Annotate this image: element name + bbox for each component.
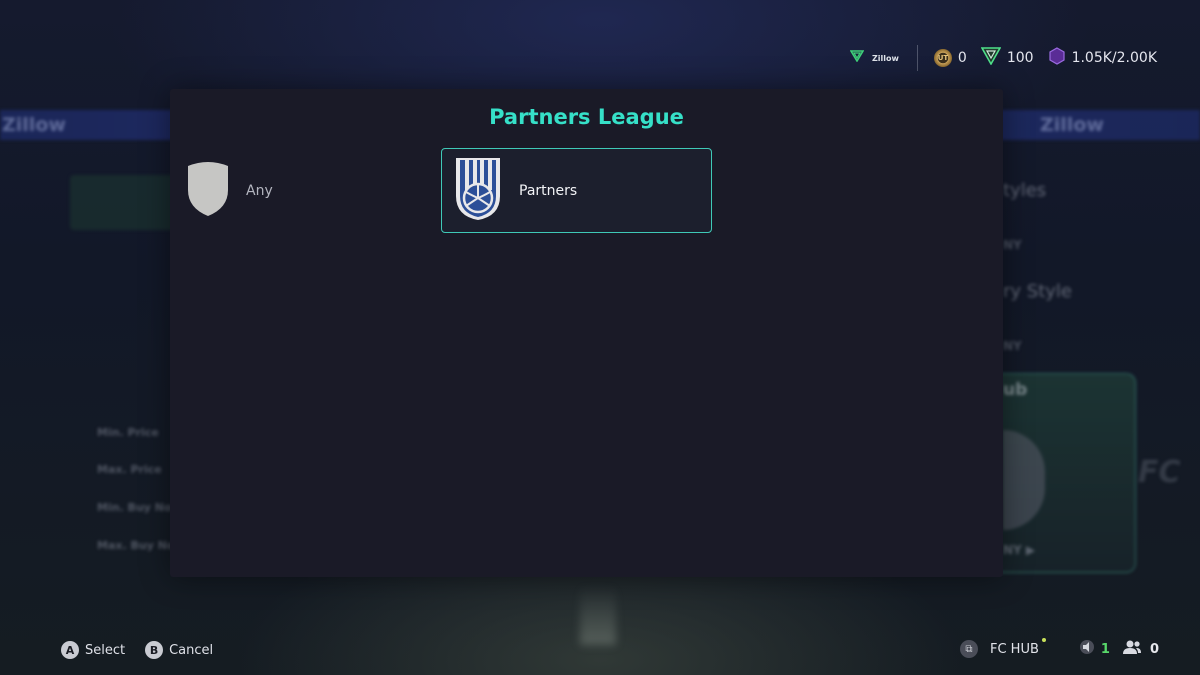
- option-any-label: Any: [246, 183, 273, 199]
- background-secondary-style-label: ry Style: [1003, 281, 1072, 302]
- friends-icon[interactable]: [1122, 639, 1142, 659]
- background-min-buy-now: Min. Buy Now: [97, 501, 182, 514]
- cancel-label: Cancel: [169, 642, 214, 658]
- points-value: 100: [1006, 50, 1034, 66]
- coins-balance: UT 0: [933, 49, 967, 67]
- fc-hub-label: FC HUB: [990, 641, 1039, 657]
- season-points: 1.05K/2.00K: [1048, 47, 1157, 69]
- background-club-value: NY ▶: [1003, 543, 1036, 557]
- screen: Zillow Zillow Min. Price Max. Price Min.…: [0, 0, 1200, 675]
- background-sponsor-right: Zillow: [1040, 114, 1104, 136]
- header-divider: [916, 45, 918, 71]
- background-sponsor-left: Zillow: [2, 114, 66, 136]
- option-any[interactable]: Any: [184, 162, 273, 220]
- sponsor-badge: Zillow: [849, 50, 911, 66]
- fc-triangle-icon: [849, 50, 865, 66]
- season-progress: 1.05K/2.00K: [1071, 50, 1157, 66]
- background-styles-label: tyles: [1003, 180, 1047, 201]
- background-club-title: ub: [1003, 380, 1028, 400]
- online-dot: [1041, 638, 1046, 642]
- coins-value: 0: [957, 50, 967, 66]
- sponsor-label: Zillow: [872, 53, 899, 63]
- background-min-price: Min. Price: [97, 426, 159, 439]
- fc-hub-icon: ⧉: [960, 640, 978, 658]
- league-picker-modal: Partners League Any Partners: [170, 89, 1003, 577]
- party-count: 0: [1149, 641, 1159, 657]
- currency-bar: Zillow UT 0 100 1.05K/2.00K: [849, 44, 1165, 72]
- b-button-icon: B: [145, 641, 164, 659]
- partners-crest-icon: [453, 156, 503, 226]
- points-icon: [980, 47, 1002, 69]
- friends-online-count: 1: [1100, 641, 1110, 657]
- coin-icon: UT: [933, 49, 952, 67]
- footer-status: ⧉ FC HUB 1 0: [960, 638, 1159, 660]
- background-styles-value: NY: [1003, 238, 1022, 252]
- footer-actions: A Select B Cancel: [61, 641, 225, 659]
- background-max-price: Max. Price: [97, 463, 162, 476]
- background-secondary-style-value: NY: [1003, 339, 1022, 353]
- option-partners[interactable]: Partners: [441, 148, 712, 233]
- points-balance: 100: [980, 47, 1034, 69]
- cancel-button[interactable]: B Cancel: [145, 641, 213, 659]
- modal-title: Partners League: [489, 105, 684, 129]
- shield-icon: [184, 160, 232, 222]
- background-pitch: [580, 585, 616, 645]
- option-partners-label: Partners: [519, 182, 578, 199]
- fc-hub-button[interactable]: ⧉ FC HUB: [960, 638, 1046, 658]
- sp-icon: [1048, 47, 1066, 69]
- speaker-icon: [1079, 640, 1095, 658]
- select-button[interactable]: A Select: [61, 641, 125, 659]
- select-label: Select: [85, 642, 126, 658]
- background-fc-logo: FC: [1138, 455, 1181, 490]
- a-button-icon: A: [61, 641, 79, 659]
